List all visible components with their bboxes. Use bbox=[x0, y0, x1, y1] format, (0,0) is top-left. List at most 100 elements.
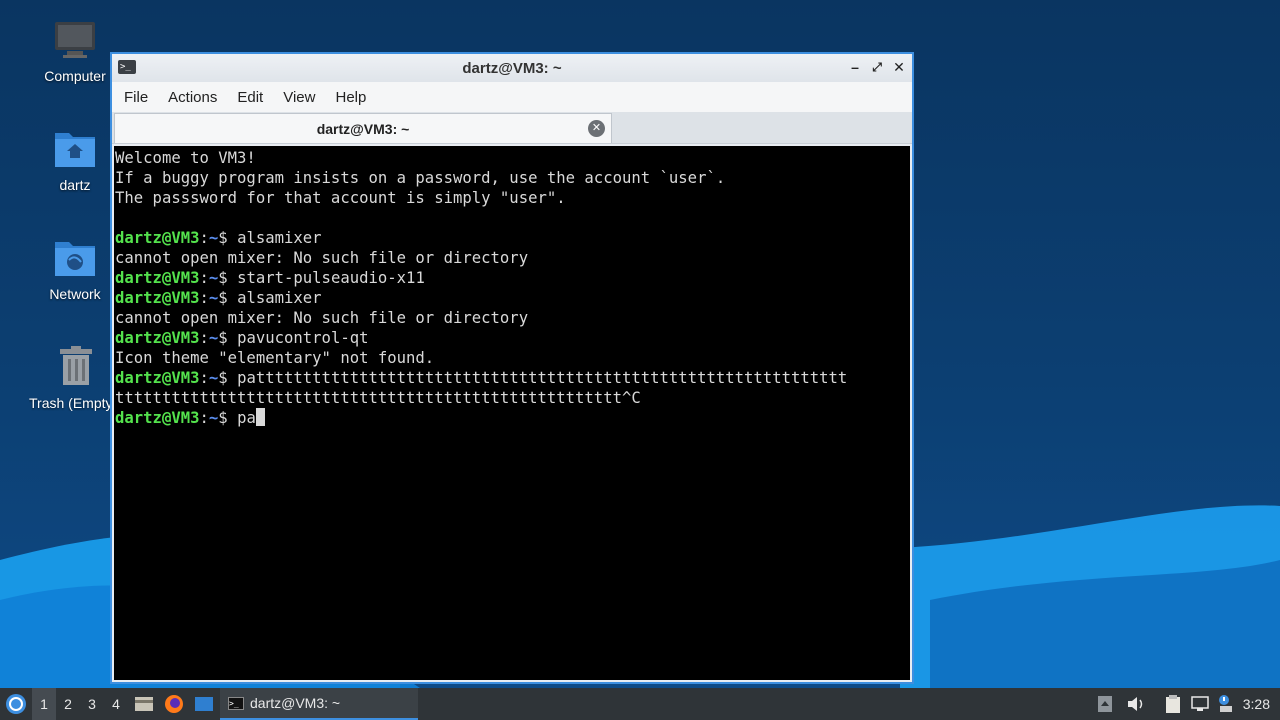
terminal-output-line: Welcome to VM3! bbox=[115, 148, 910, 168]
prompt-symbol: $ bbox=[218, 289, 238, 307]
menu-file[interactable]: File bbox=[114, 89, 158, 106]
terminal-output[interactable]: Welcome to VM3! If a buggy program insist… bbox=[114, 146, 910, 680]
command-text: alsamixer bbox=[237, 289, 322, 307]
prompt-symbol: $ bbox=[218, 369, 238, 387]
command-text: pavucontrol-qt bbox=[237, 329, 369, 347]
window-title: dartz@VM3: ~ bbox=[462, 59, 562, 77]
menu-edit[interactable]: Edit bbox=[227, 89, 273, 106]
workspace-3[interactable]: 3 bbox=[80, 688, 104, 720]
prompt-path: ~ bbox=[208, 369, 219, 387]
command-text: alsamixer bbox=[237, 229, 322, 247]
update-notification-icon bbox=[1219, 695, 1232, 712]
prompt-user: dartz@VM3 bbox=[115, 269, 200, 287]
terminal-command-line: dartz@VM3:~$ pa bbox=[115, 408, 910, 428]
network-folder-icon bbox=[53, 236, 97, 280]
command-text: pa bbox=[237, 409, 256, 427]
desktop-icon-label: Trash (Empty) bbox=[29, 395, 111, 411]
firefox-launcher[interactable] bbox=[164, 688, 186, 720]
terminal-output-line: tttttttttttttttttttttttttttttttttttttttt… bbox=[115, 388, 910, 408]
desktop-icon-computer[interactable]: Computer bbox=[27, 18, 123, 84]
taskbar: 1 2 3 4 >_ dartz@VM3: ~ 3:28 bbox=[0, 688, 1280, 720]
terminal-output-line: Icon theme "elementary" not found. bbox=[115, 348, 910, 368]
terminal-cursor bbox=[255, 408, 265, 426]
volume-button[interactable] bbox=[1126, 688, 1146, 720]
desktop-icon bbox=[195, 697, 213, 711]
task-label: dartz@VM3: ~ bbox=[250, 695, 341, 711]
close-button[interactable]: ✕ bbox=[890, 58, 908, 76]
tray-expand-button[interactable] bbox=[1098, 688, 1116, 720]
lubuntu-logo-icon bbox=[6, 694, 26, 714]
output-text: If a buggy program insists on a password… bbox=[115, 169, 726, 187]
firefox-icon bbox=[165, 695, 183, 713]
desktop-icon-trash[interactable]: Trash (Empty) bbox=[27, 345, 111, 411]
desktop-icon-home[interactable]: dartz bbox=[27, 127, 123, 193]
tab-label: dartz@VM3: ~ bbox=[316, 120, 410, 137]
prompt-separator: : bbox=[199, 289, 209, 307]
menu-view[interactable]: View bbox=[273, 89, 325, 106]
output-text: Welcome to VM3! bbox=[115, 149, 256, 167]
prompt-separator: : bbox=[199, 369, 209, 387]
command-text: patttttttttttttttttttttttttttttttttttttt… bbox=[237, 369, 848, 387]
home-folder-icon bbox=[53, 127, 97, 171]
output-text: Icon theme "elementary" not found. bbox=[115, 349, 435, 367]
desktop-icon-network[interactable]: Network bbox=[27, 236, 123, 302]
prompt-separator: : bbox=[199, 409, 209, 427]
clock[interactable]: 3:28 bbox=[1243, 688, 1270, 720]
prompt-path: ~ bbox=[208, 269, 219, 287]
terminal-output-line: If a buggy program insists on a password… bbox=[115, 168, 910, 188]
maximize-button[interactable]: ⤢ bbox=[868, 58, 886, 76]
menubar: File Actions Edit View Help bbox=[112, 82, 912, 112]
network-icon bbox=[1191, 696, 1209, 711]
terminal-output-line: The passsword for that account is simply… bbox=[115, 188, 910, 208]
minimize-button[interactable]: – bbox=[846, 58, 864, 76]
tab-bar: dartz@VM3: ~ ✕ bbox=[112, 112, 912, 144]
terminal-command-line: dartz@VM3:~$ alsamixer bbox=[115, 228, 910, 248]
tab-terminal[interactable]: dartz@VM3: ~ ✕ bbox=[114, 113, 612, 143]
workspace-2[interactable]: 2 bbox=[56, 688, 80, 720]
desktop-icon-label: Network bbox=[49, 286, 101, 302]
trash-icon bbox=[54, 345, 98, 389]
volume-icon bbox=[1128, 697, 1143, 711]
file-manager-icon bbox=[135, 697, 153, 711]
prompt-path: ~ bbox=[208, 409, 219, 427]
menu-actions[interactable]: Actions bbox=[158, 89, 227, 106]
terminal-icon: >_ bbox=[228, 696, 244, 710]
window-titlebar[interactable]: >_ dartz@VM3: ~ – ⤢ ✕ bbox=[112, 54, 912, 82]
prompt-symbol: $ bbox=[218, 269, 238, 287]
terminal-command-line: dartz@VM3:~$ start-pulseaudio-x11 bbox=[115, 268, 910, 288]
prompt-symbol: $ bbox=[218, 329, 238, 347]
terminal-output-line: cannot open mixer: No such file or direc… bbox=[115, 308, 910, 328]
prompt-path: ~ bbox=[208, 289, 219, 307]
prompt-user: dartz@VM3 bbox=[115, 329, 200, 347]
output-text: tttttttttttttttttttttttttttttttttttttttt… bbox=[115, 389, 641, 407]
prompt-user: dartz@VM3 bbox=[115, 289, 200, 307]
terminal-output-line: cannot open mixer: No such file or direc… bbox=[115, 248, 910, 268]
app-menu-button[interactable] bbox=[4, 688, 28, 720]
update-notifier-button[interactable] bbox=[1216, 688, 1236, 720]
prompt-separator: : bbox=[199, 229, 209, 247]
output-text: cannot open mixer: No such file or direc… bbox=[115, 309, 529, 327]
show-desktop-button[interactable] bbox=[194, 688, 216, 720]
prompt-separator: : bbox=[199, 329, 209, 347]
taskbar-task-terminal[interactable]: >_ dartz@VM3: ~ bbox=[220, 688, 418, 720]
network-button[interactable] bbox=[1190, 688, 1212, 720]
prompt-path: ~ bbox=[208, 329, 219, 347]
clipboard-icon bbox=[1166, 695, 1180, 713]
terminal-window[interactable]: >_ dartz@VM3: ~ – ⤢ ✕ File Actions Edit … bbox=[110, 52, 914, 684]
prompt-symbol: $ bbox=[218, 229, 238, 247]
terminal-command-line: dartz@VM3:~$ alsamixer bbox=[115, 288, 910, 308]
workspace-1[interactable]: 1 bbox=[32, 688, 56, 720]
menu-help[interactable]: Help bbox=[325, 89, 376, 106]
workspace-4[interactable]: 4 bbox=[104, 688, 128, 720]
desktop-icon-label: dartz bbox=[59, 177, 91, 193]
terminal-command-line: dartz@VM3:~$ pattttttttttttttttttttttttt… bbox=[115, 368, 910, 388]
desktop-icon-label: Computer bbox=[44, 68, 106, 84]
prompt-path: ~ bbox=[208, 229, 219, 247]
prompt-symbol: $ bbox=[218, 409, 238, 427]
prompt-user: dartz@VM3 bbox=[115, 229, 200, 247]
prompt-separator: : bbox=[199, 269, 209, 287]
file-manager-launcher[interactable] bbox=[134, 688, 154, 720]
tab-close-icon[interactable]: ✕ bbox=[588, 120, 605, 137]
computer-icon bbox=[53, 18, 97, 62]
clipboard-button[interactable] bbox=[1164, 688, 1184, 720]
